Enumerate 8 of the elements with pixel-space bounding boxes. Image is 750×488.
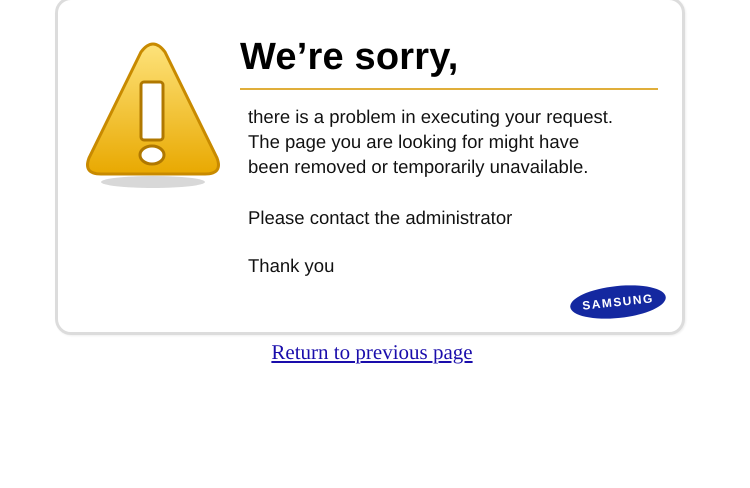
message-line: The page you are looking for might have: [248, 130, 580, 154]
heading: We’re sorry,: [240, 35, 459, 80]
return-link[interactable]: Return to previous page: [271, 340, 473, 365]
thanks-text: Thank you: [248, 254, 334, 278]
warning-icon: [83, 40, 223, 190]
message-line: there is a problem in executing your request.: [248, 105, 614, 129]
message-line: been removed or temporarily unavailable.: [248, 155, 588, 179]
contact-text: Please contact the administrator: [248, 206, 512, 230]
